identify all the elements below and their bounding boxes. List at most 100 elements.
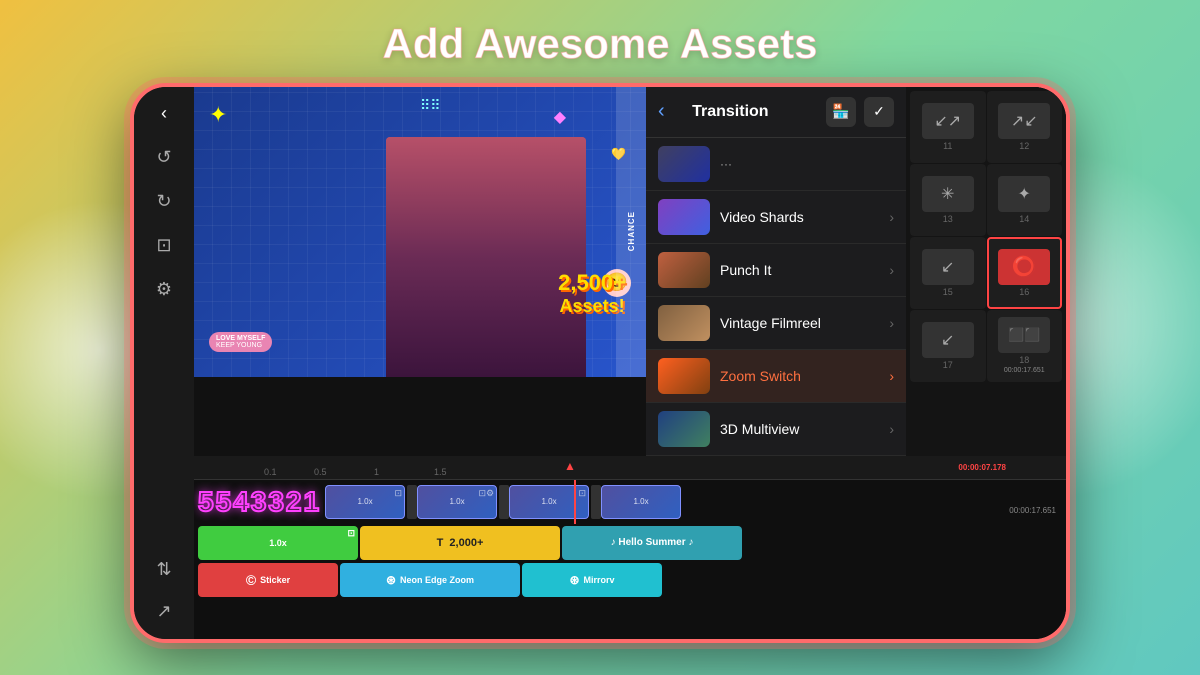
phone-inner: ‹ ↺ ↻ ⊡ ⚙ ⇅ ↗	[134, 87, 1066, 639]
person-silhouette	[386, 137, 586, 377]
chance-overlay: CHANCE	[616, 87, 646, 377]
grid-num-13: 13	[943, 214, 953, 224]
grid-thumb-18: ⬛⬛	[998, 317, 1050, 353]
sticker-text: LOVE MYSELF	[216, 335, 265, 342]
track-audio[interactable]: ♪ Hello Summer ♪	[562, 526, 742, 560]
sidebar-btn-crop[interactable]: ⊡	[145, 227, 183, 265]
transition-item-partial[interactable]: ···	[646, 138, 906, 191]
grid-thumb-13: ✳	[922, 176, 974, 212]
grid-thumb-17: ↙	[922, 322, 974, 358]
numbers-area: 5 5 4 3 3 2 1 1.0x ⊡	[194, 480, 1066, 524]
chance-text: CHANCE	[627, 211, 636, 251]
transition-name-video-shards: Video Shards	[720, 209, 889, 225]
track-audio-label: ♪ Hello Summer ♪	[611, 537, 694, 548]
transition-marker-1	[407, 485, 417, 519]
clip-block-1[interactable]: 1.0x ⊡	[325, 485, 405, 519]
grid-thumb-12: ↗↙	[998, 103, 1050, 139]
clip-label-1: 1.0x	[357, 497, 372, 506]
thumb-video-shards	[658, 199, 710, 235]
video-screen: ✦ ◆ ⠿⠿ 💛 😊 2,500+ Assets! LOVE MYSELF	[194, 87, 646, 377]
neon-icon: ⊛	[386, 573, 396, 587]
track-mirror[interactable]: ⊛ Mirrorv	[522, 563, 662, 597]
sidebar-btn-split[interactable]: ⇅	[145, 551, 183, 589]
sidebar-btn-redo[interactable]: ↻	[145, 183, 183, 221]
panel-header: ‹ Transition 🏪 ✓	[646, 87, 906, 138]
track-neon-label: Neon Edge Zoom	[400, 575, 474, 585]
sidebar-btn-undo[interactable]: ↺	[145, 139, 183, 177]
transition-item-zoom[interactable]: Zoom Switch ›	[646, 350, 906, 403]
sidebar-btn-add[interactable]: ↗	[145, 593, 183, 631]
arrow-3d: ›	[889, 421, 894, 437]
sidebar: ‹ ↺ ↻ ⊡ ⚙ ⇅ ↗	[134, 87, 194, 639]
timeline-area: 0.1 0.5 1 1.5 ▲ 00:00:07.178	[194, 456, 1066, 639]
page-title: Add Awesome Assets	[383, 20, 818, 68]
panel-title: Transition	[673, 103, 788, 121]
store-button[interactable]: 🏪	[826, 97, 856, 127]
main-content: ✦ ◆ ⠿⠿ 💛 😊 2,500+ Assets! LOVE MYSELF	[194, 87, 1066, 639]
track-neon[interactable]: ⊛ Neon Edge Zoom	[340, 563, 520, 597]
clip-block-4[interactable]: 1.0x	[601, 485, 681, 519]
grid-num-15: 15	[943, 287, 953, 297]
transition-grid: ↙↗ 11 ↗↙ 12 ✳ 13 ✦ 14	[906, 87, 1066, 456]
transition-marker-3	[591, 485, 601, 519]
check-button[interactable]: ✓	[864, 97, 894, 127]
neon-3b: 3	[268, 488, 284, 516]
grid-item-12[interactable]: ↗↙ 12	[987, 91, 1063, 163]
sidebar-btn-settings[interactable]: ⚙	[145, 271, 183, 309]
end-timestamp: 00:00:17.651	[1009, 506, 1056, 515]
sticker-subtext: KEEP YOUNG	[216, 342, 265, 349]
grid-thumb-14: ✦	[998, 176, 1050, 212]
track-rows: 1.0x ⊡ T 2,000+ ♪ Hello Summer ♪	[194, 524, 1066, 599]
video-preview: ✦ ◆ ⠿⠿ 💛 😊 2,500+ Assets! LOVE MYSELF	[194, 87, 646, 377]
transition-name-punch: Punch It	[720, 262, 889, 278]
deco-dots: ⠿⠿	[420, 97, 441, 114]
grid-item-18[interactable]: ⬛⬛ 18 00:00:17.651	[987, 310, 1063, 382]
clip-icon-1: ⊡	[395, 488, 403, 499]
neon-5b: 5	[216, 488, 232, 516]
transition-item-punch[interactable]: Punch It ›	[646, 244, 906, 297]
grid-item-13[interactable]: ✳ 13	[910, 164, 986, 236]
ruler-mark-15: 1.5	[434, 467, 447, 477]
clip-block-2[interactable]: 1.0x ⊡⚙	[417, 485, 497, 519]
playhead-arrow: ▲	[564, 459, 576, 473]
clip-icon-2: ⊡⚙	[478, 488, 494, 499]
clip-block-3[interactable]: 1.0x ⊡	[509, 485, 589, 519]
grid-item-14[interactable]: ✦ 14	[987, 164, 1063, 236]
track-text[interactable]: T 2,000+	[360, 526, 560, 560]
track-text-label: T 2,000+	[437, 537, 484, 549]
track-mirror-label: Mirrorv	[584, 575, 615, 585]
clip-icon-3: ⊡	[579, 488, 587, 499]
sticker-label: LOVE MYSELF KEEP YOUNG	[209, 332, 272, 352]
neon-2: 2	[286, 488, 302, 516]
track-row-2: © Sticker ⊛ Neon Edge Zoom ⊛ Mirrorv	[198, 563, 1062, 597]
arrow-punch: ›	[889, 262, 894, 278]
track-row-1: 1.0x ⊡ T 2,000+ ♪ Hello Summer ♪	[198, 526, 1062, 560]
track-green[interactable]: 1.0x ⊡	[198, 526, 358, 560]
grid-item-15[interactable]: ↙ 15	[910, 237, 986, 309]
track-sticker[interactable]: © Sticker	[198, 563, 338, 597]
transition-list: ‹ Transition 🏪 ✓ ··	[646, 87, 906, 456]
arrow-video-shards: ›	[889, 209, 894, 225]
transition-name-vintage: Vintage Filmreel	[720, 315, 889, 331]
ruler-mark-05: 0.5	[314, 467, 327, 477]
thumb-vintage	[658, 305, 710, 341]
transition-item-video-shards[interactable]: Video Shards ›	[646, 191, 906, 244]
thumb-zoom	[658, 358, 710, 394]
grid-thumb-15: ↙	[922, 249, 974, 285]
timeline-ruler: 0.1 0.5 1 1.5 ▲ 00:00:07.178	[194, 456, 1066, 480]
panel-back-button[interactable]: ‹	[658, 100, 665, 123]
transition-item-3d[interactable]: 3D Multiview ›	[646, 403, 906, 456]
grid-item-16[interactable]: ⭕ 16	[987, 237, 1063, 309]
clip-label-4: 1.0x	[633, 497, 648, 506]
deco-diamond: ◆	[554, 107, 566, 127]
thumb-3d	[658, 411, 710, 447]
neon-5a: 5	[198, 488, 214, 516]
grid-item-11[interactable]: ↙↗ 11	[910, 91, 986, 163]
grid-num-17: 17	[943, 360, 953, 370]
deco-star: ✦	[209, 102, 227, 128]
grid-item-17[interactable]: ↙ 17	[910, 310, 986, 382]
transition-item-vintage[interactable]: Vintage Filmreel ›	[646, 297, 906, 350]
sidebar-btn-back[interactable]: ‹	[145, 95, 183, 133]
transition-marker-2	[499, 485, 509, 519]
grid-num-11: 11	[943, 141, 952, 151]
